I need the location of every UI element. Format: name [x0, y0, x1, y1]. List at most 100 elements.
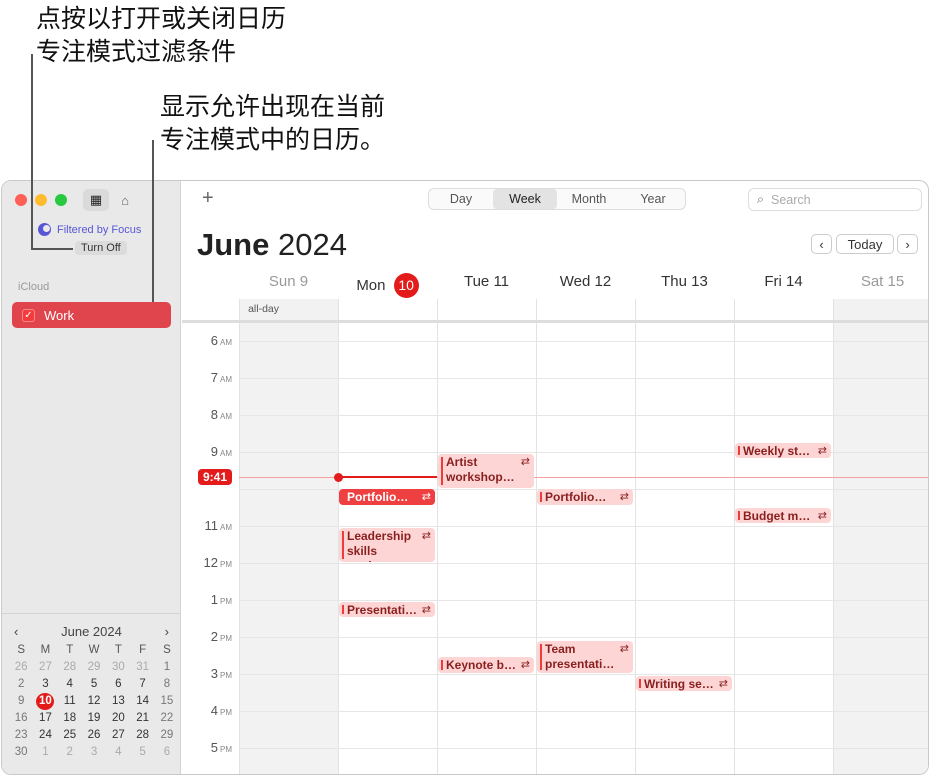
prev-week-button[interactable]: ‹ — [811, 234, 832, 254]
mini-day[interactable]: 17 — [33, 710, 57, 727]
event[interactable]: Keynote b… ⇄ — [438, 657, 534, 673]
next-month-button[interactable]: › — [165, 624, 169, 639]
event[interactable]: Portfolio… ⇄ — [339, 489, 435, 505]
event[interactable]: Budget m… ⇄ — [735, 507, 831, 524]
day-header[interactable]: Mon 10 — [338, 273, 437, 298]
mini-day[interactable]: 31 — [130, 659, 154, 676]
tab-week[interactable]: Week — [493, 189, 557, 209]
event[interactable]: Presentati… ⇄ — [339, 601, 435, 618]
event[interactable]: Writing se… ⇄ — [636, 675, 732, 692]
mini-day[interactable]: 14 — [130, 693, 154, 710]
day-column[interactable] — [635, 299, 734, 774]
calendar-item-work[interactable]: ✓ Work — [12, 302, 171, 328]
mini-day[interactable]: 9 — [9, 693, 33, 710]
mini-day[interactable]: 19 — [82, 710, 106, 727]
event[interactable]: Portfolio… ⇄ — [537, 489, 633, 505]
mini-day[interactable]: 23 — [9, 727, 33, 744]
mini-day[interactable]: 6 — [155, 744, 179, 761]
mini-day[interactable]: 28 — [58, 659, 82, 676]
close-button[interactable] — [15, 194, 27, 206]
tab-day[interactable]: Day — [429, 189, 493, 209]
hour-ampm: PM — [220, 560, 232, 569]
day-column[interactable] — [833, 299, 928, 774]
mini-calendar: ‹ June 2024 › S M T W T F S 26 27 28 29 30 31 1 2 3 4 5 6 7 8 9… — [2, 613, 181, 761]
today-button[interactable]: Today — [836, 234, 894, 254]
mini-day[interactable]: 21 — [130, 710, 154, 727]
next-week-button[interactable]: › — [897, 234, 918, 254]
day-column[interactable] — [239, 299, 338, 774]
mini-day[interactable]: 11 — [58, 693, 82, 710]
mini-day[interactable]: 24 — [33, 727, 57, 744]
view-switcher: Day Week Month Year — [428, 188, 686, 210]
event[interactable]: Leadership skills work… ⇄ — [339, 527, 435, 562]
mini-day[interactable]: 4 — [58, 676, 82, 693]
tab-year[interactable]: Year — [621, 189, 685, 209]
mini-day[interactable]: 15 — [155, 693, 179, 710]
day-header[interactable]: Wed 12 — [536, 273, 635, 290]
mini-day[interactable]: 4 — [106, 744, 130, 761]
mini-day[interactable]: 1 — [155, 659, 179, 676]
event[interactable]: Weekly st… ⇄ — [735, 442, 831, 459]
mini-day[interactable]: 2 — [9, 676, 33, 693]
mini-day[interactable]: 22 — [155, 710, 179, 727]
mini-day[interactable]: 28 — [130, 727, 154, 744]
hour-line — [239, 378, 928, 379]
mini-day[interactable]: 6 — [106, 676, 130, 693]
hour-ampm: AM — [220, 338, 232, 347]
zoom-button[interactable] — [55, 194, 67, 206]
day-header[interactable]: Thu 13 — [635, 273, 734, 290]
event[interactable]: Artist workshop… ⇄ — [438, 453, 534, 488]
mini-day[interactable]: 18 — [58, 710, 82, 727]
mini-day[interactable]: 2 — [58, 744, 82, 761]
day-header[interactable]: Tue 11 — [437, 273, 536, 290]
minimize-button[interactable] — [35, 194, 47, 206]
mini-day[interactable]: 30 — [106, 659, 130, 676]
mini-day[interactable]: 26 — [82, 727, 106, 744]
search-icon: ⌕ — [757, 192, 765, 206]
event[interactable]: Team presentati… ⇄ — [537, 640, 633, 673]
event-title: Leadership skills work… — [347, 528, 412, 562]
mini-day[interactable]: 13 — [106, 693, 130, 710]
mini-day[interactable]: 5 — [82, 676, 106, 693]
allday-separator — [182, 320, 928, 323]
day-column[interactable] — [536, 299, 635, 774]
mini-day[interactable]: 3 — [82, 744, 106, 761]
mini-day[interactable]: 25 — [58, 727, 82, 744]
hour-number: 6 — [210, 333, 218, 348]
mini-day[interactable]: 5 — [130, 744, 154, 761]
event-title: Portfolio… — [545, 490, 607, 504]
day-column[interactable] — [437, 299, 536, 774]
mini-day[interactable]: 12 — [82, 693, 106, 710]
week-grid[interactable]: all-day 6 AM 7 AM 8 AM 9 AM 11 AM 12 PM 1 PM 2 PM 3 PM 4 PM 5… — [182, 299, 928, 774]
checkbox-icon[interactable]: ✓ — [22, 308, 35, 322]
inbox-icon[interactable]: ⌂ — [112, 189, 138, 211]
search-field[interactable]: ⌕ Search — [748, 188, 922, 211]
hour-ampm: AM — [220, 375, 232, 384]
tab-month[interactable]: Month — [557, 189, 621, 209]
turn-off-button[interactable]: Turn Off — [75, 241, 127, 255]
add-event-button[interactable]: + — [202, 187, 214, 210]
calendar-list-icon[interactable]: ▦ — [83, 189, 109, 211]
mini-day[interactable]: 16 — [9, 710, 33, 727]
mini-day[interactable]: 27 — [106, 727, 130, 744]
mini-day[interactable]: 3 — [33, 676, 57, 693]
mini-day[interactable]: 30 — [9, 744, 33, 761]
mini-day[interactable]: 29 — [82, 659, 106, 676]
prev-month-button[interactable]: ‹ — [14, 624, 18, 639]
mini-day[interactable]: 8 — [155, 676, 179, 693]
mini-day[interactable]: 29 — [155, 727, 179, 744]
mini-day[interactable]: 26 — [9, 659, 33, 676]
title-month: June — [197, 227, 270, 262]
day-header[interactable]: Sun 9 — [239, 273, 338, 290]
event-title: Budget m… — [743, 508, 811, 523]
mini-day[interactable]: 7 — [130, 676, 154, 693]
mini-day[interactable]: 20 — [106, 710, 130, 727]
mini-day[interactable]: 27 — [33, 659, 57, 676]
mini-day[interactable]: 10 — [36, 693, 55, 710]
day-header[interactable]: Fri 14 — [734, 273, 833, 290]
day-name: Sun — [268, 273, 296, 290]
hour-line — [239, 674, 928, 675]
day-column[interactable] — [734, 299, 833, 774]
day-header[interactable]: Sat 15 — [833, 273, 928, 290]
mini-day[interactable]: 1 — [33, 744, 57, 761]
